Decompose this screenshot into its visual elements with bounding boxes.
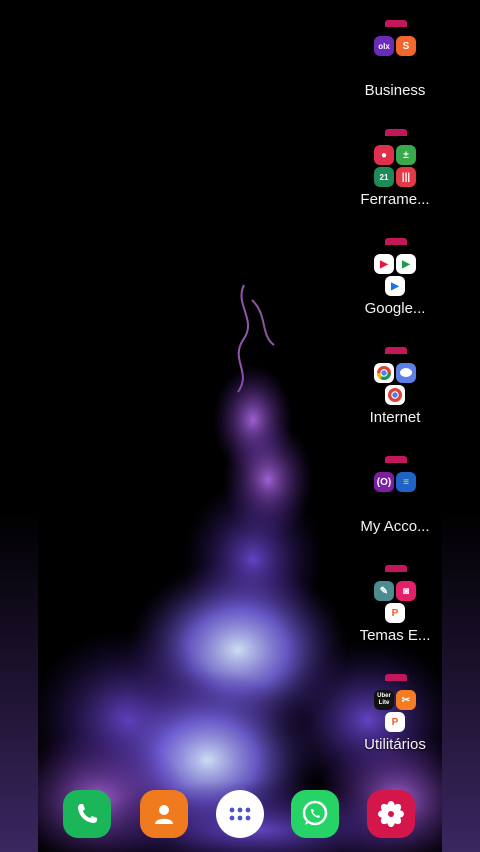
folder-label: Internet bbox=[369, 409, 421, 426]
chrome-icon bbox=[374, 363, 394, 383]
phone-app[interactable] bbox=[63, 790, 111, 838]
folder-icon: ✎ ◙ P bbox=[369, 565, 421, 623]
nubank-icon: (O) bbox=[374, 472, 394, 492]
play-store-icon: ▶ bbox=[385, 276, 405, 296]
picpay-icon: P bbox=[385, 603, 405, 623]
folder-label: Temas E... bbox=[359, 627, 431, 644]
folder-internet[interactable]: Internet bbox=[352, 347, 438, 426]
folder-label: Google... bbox=[364, 300, 426, 317]
left-letterbox bbox=[0, 0, 40, 852]
folder-label: My Acco... bbox=[360, 518, 430, 535]
folder-icon: ● ± 21 ||| bbox=[369, 129, 421, 187]
calendar-icon: 21 bbox=[374, 167, 394, 187]
screen-recorder-icon: ● bbox=[374, 145, 394, 165]
gallery-app[interactable] bbox=[367, 790, 415, 838]
contacts-app[interactable] bbox=[140, 790, 188, 838]
folder-label: Business bbox=[364, 82, 426, 99]
folder-utilitarios[interactable]: Uber Lite ✂ P Utilitários bbox=[352, 674, 438, 753]
phone-icon bbox=[78, 804, 97, 823]
folder-icon: Uber Lite ✂ P bbox=[369, 674, 421, 732]
folder-icon: ▶ ▶ ▶ bbox=[369, 238, 421, 296]
galaxy-store-icon: ◙ bbox=[396, 581, 416, 601]
folder-google[interactable]: ▶ ▶ ▶ Google... bbox=[352, 238, 438, 317]
shopee-icon: S bbox=[396, 36, 416, 56]
tools-icon: ✂ bbox=[396, 690, 416, 710]
calculator-icon: ± bbox=[396, 145, 416, 165]
folder-icon: (O) ≡ bbox=[369, 456, 421, 508]
picpay-icon: P bbox=[385, 712, 405, 732]
olx-icon: olx bbox=[374, 36, 394, 56]
dock bbox=[38, 786, 442, 842]
right-letterbox bbox=[442, 0, 480, 852]
folder-my-accounts[interactable]: (O) ≡ My Acco... bbox=[352, 456, 438, 535]
folder-icon bbox=[369, 347, 421, 405]
folder-ferramentas[interactable]: ● ± 21 ||| Ferrame... bbox=[352, 129, 438, 208]
messages-icon bbox=[396, 363, 416, 383]
contacts-icon bbox=[155, 805, 173, 824]
folder-business[interactable]: olx S Business bbox=[352, 20, 438, 99]
youtube-icon: ▶ bbox=[374, 254, 394, 274]
folder-icon: olx S bbox=[369, 20, 421, 72]
gallery-icon bbox=[378, 801, 404, 827]
bb-icon: ≡ bbox=[396, 472, 416, 492]
whatsapp-app[interactable] bbox=[291, 790, 339, 838]
whatsapp-icon bbox=[302, 800, 328, 826]
folder-temas[interactable]: ✎ ◙ P Temas E... bbox=[352, 565, 438, 644]
uber-lite-icon: Uber Lite bbox=[374, 690, 394, 710]
folder-label: Utilitários bbox=[364, 736, 426, 753]
apps-drawer-button[interactable] bbox=[216, 790, 264, 838]
galaxy-themes-icon: ✎ bbox=[374, 581, 394, 601]
chrome-alt-icon bbox=[385, 385, 405, 405]
apps-drawer-icon bbox=[229, 807, 251, 821]
folder-label: Ferrame... bbox=[360, 191, 430, 208]
play-games-icon: ▶ bbox=[396, 254, 416, 274]
voice-recorder-icon: ||| bbox=[396, 167, 416, 187]
home-screen: olx S Business ● ± 21 ||| Ferrame... ▶ ▶… bbox=[38, 0, 442, 852]
